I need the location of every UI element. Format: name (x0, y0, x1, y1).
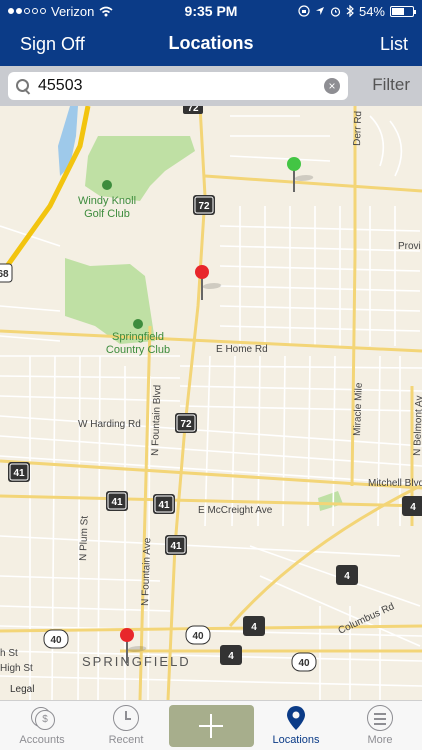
shield-72-a: 72 (193, 195, 215, 215)
tab-locations-label: Locations (272, 734, 320, 746)
tab-recent[interactable]: Recent (84, 701, 168, 750)
shield-68: 68 (0, 263, 13, 283)
tab-accounts[interactable]: $ Accounts (0, 701, 84, 750)
carrier-label: Verizon (51, 3, 95, 19)
label-springfield-city: SPRINGFIELD (82, 654, 191, 669)
app-screen: Verizon 9:35 PM 54% Sign Off Locations L… (0, 0, 422, 750)
status-right: 54% (298, 3, 416, 19)
add-button[interactable] (169, 705, 254, 747)
label-e-mccreight-ave: E McCreight Ave (198, 505, 273, 516)
label-n-plum-st: N Plum St (78, 516, 91, 562)
shield-40-c: 40 (291, 652, 317, 672)
golf-icon (102, 180, 112, 190)
tab-bar: $ Accounts Recent Locations More (0, 700, 422, 750)
battery-percent: 54% (358, 3, 385, 19)
tab-more-label: More (367, 734, 393, 746)
label-miracle-mile: Miracle Mile (352, 382, 365, 436)
filter-button[interactable]: Filter (372, 75, 410, 95)
label-derr-rd: Derr Rd (352, 111, 364, 146)
svg-text:72: 72 (180, 419, 192, 430)
label-mitchell-blvd: Mitchell Blvd (368, 478, 422, 489)
map-pin-red-1[interactable] (195, 265, 224, 305)
shield-40-a: 40 (43, 629, 69, 649)
label-springfield-cc-1: Springfield (112, 331, 164, 343)
menu-icon (367, 705, 393, 731)
svg-text:4: 4 (410, 502, 416, 513)
shield-41-c: 41 (153, 494, 175, 514)
label-windy-knoll-1: Windy Knoll (78, 195, 136, 207)
shield-4-c: 4 (243, 616, 265, 636)
map-pin-red-2[interactable] (120, 628, 149, 668)
label-n-fountain-blvd: N Fountain Blvd (150, 385, 163, 456)
shield-41-b: 41 (106, 491, 128, 511)
tab-locations[interactable]: Locations (254, 701, 338, 750)
small-park (318, 491, 343, 511)
tab-recent-label: Recent (108, 734, 144, 746)
bluetooth-icon (346, 5, 354, 17)
search-icon (14, 77, 32, 95)
svg-text:40: 40 (50, 635, 62, 646)
clock-icon (113, 705, 139, 731)
svg-text:68: 68 (0, 269, 9, 280)
search-input[interactable]: 45503 × (8, 72, 348, 100)
legal-link[interactable]: Legal (10, 684, 34, 695)
svg-text:40: 40 (298, 658, 310, 669)
label-w-harding-rd: W Harding Rd (78, 419, 141, 430)
location-arrow-icon (315, 7, 324, 15)
svg-text:4: 4 (251, 622, 257, 633)
shield-40-b: 40 (185, 625, 211, 645)
label-springfield-cc-2: Country Club (106, 344, 170, 356)
nav-bar: Sign Off Locations List (0, 22, 422, 66)
map-view[interactable]: E Home Rd W Harding Rd Mitchell Blvd E M… (0, 106, 422, 700)
shield-41-a: 41 (8, 462, 30, 482)
search-value[interactable]: 45503 (38, 77, 324, 95)
svg-text:72: 72 (187, 106, 199, 114)
map-canvas[interactable]: E Home Rd W Harding Rd Mitchell Blvd E M… (0, 106, 422, 700)
svg-text:4: 4 (344, 571, 350, 582)
svg-text:41: 41 (13, 468, 25, 479)
svg-text:72: 72 (198, 201, 210, 212)
alarm-icon (330, 6, 341, 17)
shield-4-d: 4 (220, 645, 242, 665)
status-bar: Verizon 9:35 PM 54% (0, 0, 422, 22)
shield-72-top: 72 (183, 106, 203, 114)
svg-text:40: 40 (192, 631, 204, 642)
status-left: Verizon (8, 4, 113, 19)
label-high-st: High St (0, 663, 33, 674)
label-provi: Provi (398, 241, 421, 252)
label-windy-knoll-2: Golf Club (84, 208, 130, 220)
signal-icon (8, 8, 46, 14)
label-n-belmont-ave: N Belmont Av (412, 395, 422, 456)
shield-41-d: 41 (165, 535, 187, 555)
svg-text:41: 41 (111, 497, 123, 508)
wifi-icon (99, 6, 113, 16)
label-e-home-rd: E Home Rd (216, 344, 268, 355)
tab-accounts-label: Accounts (19, 734, 65, 746)
list-button[interactable]: List (380, 34, 408, 55)
coins-icon: $ (29, 705, 55, 731)
status-time: 9:35 PM (184, 3, 238, 19)
location-pin-icon (283, 705, 309, 731)
svg-text:41: 41 (170, 541, 182, 552)
shield-4-b: 4 (336, 565, 358, 585)
orientation-lock-icon (298, 5, 310, 17)
shield-4-a: 4 (402, 496, 422, 516)
country-club-icon (133, 319, 143, 329)
tab-more[interactable]: More (338, 701, 422, 750)
page-title: Locations (168, 33, 254, 53)
label-h-st: h St (0, 648, 18, 659)
map-pin-green[interactable] (287, 157, 316, 197)
svg-text:41: 41 (158, 500, 170, 511)
battery-icon (390, 5, 416, 17)
shield-72-b: 72 (175, 413, 197, 433)
golf-club-park (85, 136, 195, 201)
svg-text:4: 4 (228, 651, 234, 662)
clear-icon[interactable]: × (324, 78, 340, 94)
search-bar: 45503 × Filter (0, 66, 422, 106)
label-n-fountain-ave: N Fountain Ave (140, 537, 153, 606)
